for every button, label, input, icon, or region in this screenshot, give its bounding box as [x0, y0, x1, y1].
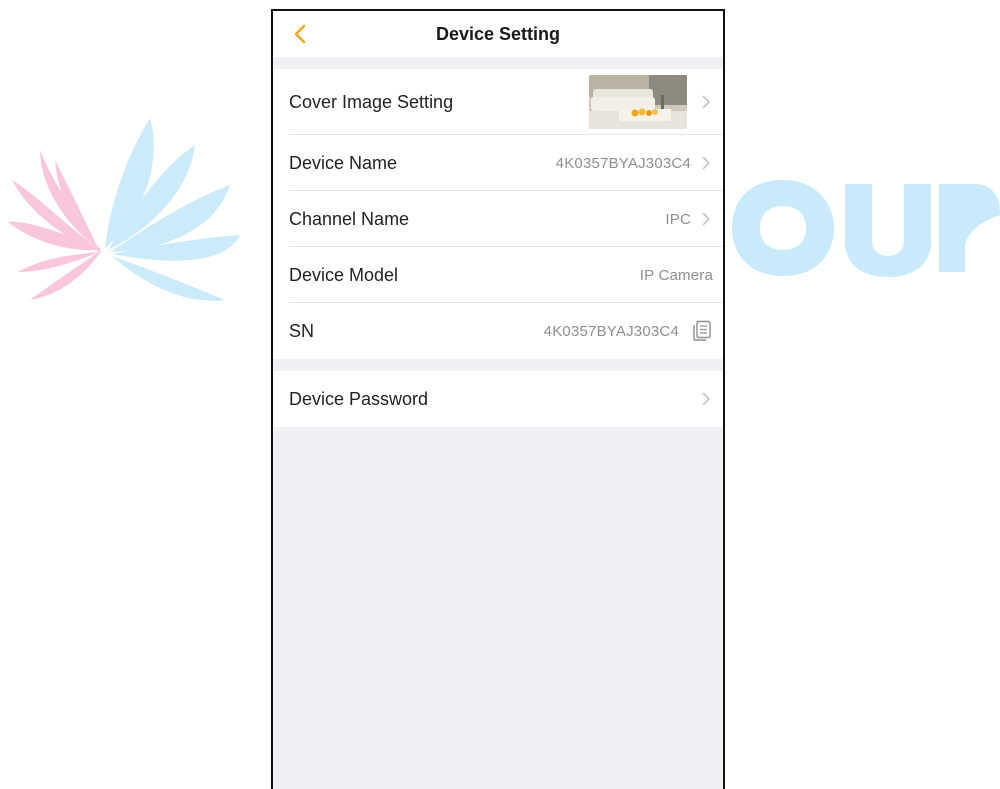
page-title: Device Setting — [435, 23, 561, 44]
copy-icon — [693, 320, 711, 341]
device-model-value: IP Camera — [639, 266, 713, 284]
sn-label: SN — [289, 320, 315, 341]
pink-fan-icon — [8, 150, 102, 300]
device-name-value: 4K0357BYAJ303C4 — [555, 154, 691, 172]
device-password-row[interactable]: Device Password — [273, 371, 723, 427]
blue-fan-icon — [105, 118, 240, 301]
section-gap — [273, 57, 723, 69]
back-button[interactable] — [285, 19, 315, 49]
sn-value: 4K0357BYAJ303C4 — [543, 322, 679, 340]
cover-image-setting-row[interactable]: Cover Image Setting — [273, 69, 723, 135]
chevron-right-icon — [699, 391, 713, 407]
device-name-label: Device Name — [289, 152, 398, 173]
channel-name-value: IPC — [665, 210, 691, 228]
chevron-right-icon — [699, 94, 713, 110]
section-gap — [273, 359, 723, 371]
device-password-label: Device Password — [289, 388, 429, 409]
security-group: Device Password — [273, 371, 723, 427]
device-info-group: Cover Image Setting Device Name 4K0357BY… — [273, 69, 723, 359]
chevron-right-icon — [699, 155, 713, 171]
chevron-right-icon — [699, 211, 713, 227]
copy-button[interactable] — [691, 319, 713, 343]
oup-letters — [732, 180, 1000, 277]
channel-name-label: Channel Name — [289, 208, 410, 229]
device-model-label: Device Model — [289, 264, 399, 285]
cover-image-setting-label: Cover Image Setting — [289, 91, 454, 112]
device-name-row[interactable]: Device Name 4K0357BYAJ303C4 — [273, 135, 723, 191]
cover-image-thumbnail — [589, 75, 687, 129]
channel-name-row[interactable]: Channel Name IPC — [273, 191, 723, 247]
device-model-row: Device Model IP Camera — [273, 247, 723, 303]
phone-frame: Device Setting Cover Image Setting Devic… — [271, 9, 725, 789]
sn-row: SN 4K0357BYAJ303C4 — [273, 303, 723, 359]
screen: Device Setting Cover Image Setting Devic… — [0, 0, 1000, 789]
navigation-bar: Device Setting — [273, 11, 723, 57]
chevron-left-icon — [294, 24, 306, 44]
